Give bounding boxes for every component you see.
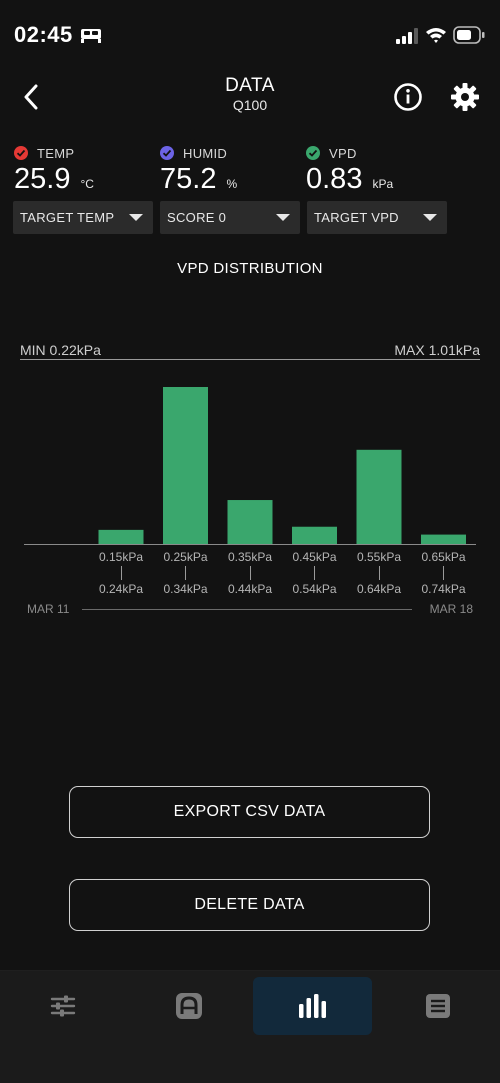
- score-dropdown[interactable]: SCORE 0: [160, 201, 300, 234]
- vpd-value: 0.83: [306, 163, 363, 195]
- humid-unit: %: [226, 177, 238, 191]
- tab-controls[interactable]: [3, 977, 122, 1035]
- page-title: DATA: [225, 75, 275, 96]
- tick-range-end: 0.34kPa: [163, 582, 208, 596]
- vpd-reading: VPD 0.83 kPa: [306, 145, 393, 196]
- x-tick-label: 0.65kPa 0.74kPa: [412, 550, 476, 596]
- battery-icon: [453, 26, 485, 44]
- temp-reading: TEMP 25.9 °C: [14, 145, 94, 196]
- temp-value: 25.9: [14, 163, 71, 195]
- check-icon: [306, 146, 320, 160]
- tick-range-end: 0.24kPa: [98, 582, 144, 596]
- humid-value: 75.2: [160, 163, 217, 195]
- date-end-label: MAR 18: [429, 602, 473, 616]
- temp-unit: °C: [80, 177, 94, 191]
- tick-separator: [120, 566, 122, 580]
- status-time: 02:45: [14, 22, 73, 47]
- tick-separator: [378, 566, 380, 580]
- signal-icon: [396, 28, 418, 44]
- device-subtitle: Q100: [232, 97, 268, 113]
- dropdown-label: SCORE 0: [167, 210, 227, 225]
- settings-button[interactable]: [448, 80, 482, 114]
- status-bar: 02:45: [0, 0, 500, 72]
- tick-separator: [314, 566, 315, 580]
- min-vpd-label: MIN 0.22kPa: [20, 342, 101, 358]
- check-icon: [160, 146, 174, 160]
- humid-label: HUMID: [183, 145, 228, 161]
- info-icon: [394, 83, 422, 111]
- bed-icon: [81, 29, 101, 43]
- bottom-tab-bar: [0, 970, 500, 1083]
- date-range-line: [82, 609, 412, 610]
- tick-range-start: 0.55kPa: [356, 550, 402, 564]
- vpd-unit: kPa: [372, 177, 394, 191]
- x-tick-label: 0.55kPa 0.64kPa: [347, 550, 411, 596]
- list-icon: [425, 994, 450, 1018]
- app-a-icon: [175, 993, 202, 1019]
- tick-range-end: 0.54kPa: [292, 582, 337, 596]
- delete-data-button[interactable]: DELETE DATA: [69, 879, 430, 931]
- tick-range-start: 0.35kPa: [227, 550, 273, 564]
- tick-separator: [249, 566, 251, 580]
- caret-down-icon: [423, 214, 437, 221]
- x-tick-label: 0.25kPa 0.34kPa: [154, 550, 218, 596]
- x-tick-label: 0.35kPa 0.44kPa: [218, 550, 282, 596]
- tab-log[interactable]: [378, 977, 497, 1035]
- tick-range-start: 0.25kPa: [163, 550, 208, 564]
- top-header: DATA Q100: [0, 72, 500, 122]
- caret-down-icon: [276, 214, 290, 221]
- bar-chart-icon: [298, 994, 326, 1018]
- caret-down-icon: [129, 214, 143, 221]
- vpd-label: VPD: [329, 145, 357, 161]
- range-divider: [20, 359, 480, 360]
- tick-range-start: 0.65kPa: [421, 550, 466, 564]
- target-temp-dropdown[interactable]: TARGET TEMP: [13, 201, 153, 234]
- chart-title: VPD DISTRIBUTION: [177, 260, 323, 277]
- tick-range-end: 0.74kPa: [421, 582, 466, 596]
- x-tick-label: 0.15kPa 0.24kPa: [89, 550, 153, 596]
- export-csv-button[interactable]: EXPORT CSV DATA: [69, 786, 430, 838]
- wifi-icon: [426, 28, 446, 43]
- tick-range-start: 0.15kPa: [98, 550, 144, 564]
- gear-icon: [451, 83, 479, 111]
- dropdown-label: TARGET VPD: [314, 210, 399, 225]
- vpd-bar: [163, 387, 208, 544]
- dropdown-label: TARGET TEMP: [20, 210, 115, 225]
- max-vpd-label: MAX 1.01kPa: [394, 342, 480, 358]
- info-button[interactable]: [391, 80, 425, 114]
- sliders-icon: [50, 995, 75, 1017]
- tick-range-end: 0.44kPa: [227, 582, 273, 596]
- temp-label: TEMP: [37, 145, 75, 161]
- tab-data[interactable]: [253, 977, 372, 1035]
- vpd-bar: [356, 449, 402, 544]
- tick-range-end: 0.64kPa: [356, 582, 402, 596]
- data-screen: 02:45 DATA Q100 TEMP 25.9 °C HUMID 75.2 …: [0, 0, 500, 1083]
- vpd-bar: [227, 500, 273, 544]
- vpd-bar: [421, 534, 466, 544]
- target-vpd-dropdown[interactable]: TARGET VPD: [307, 201, 447, 234]
- date-start-label: MAR 11: [27, 602, 70, 616]
- check-icon: [14, 146, 28, 160]
- tab-app[interactable]: [129, 977, 248, 1035]
- x-tick-label: 0.45kPa 0.54kPa: [283, 550, 347, 596]
- tick-separator: [185, 566, 186, 580]
- tick-separator: [443, 566, 444, 580]
- humid-reading: HUMID 75.2 %: [160, 145, 237, 196]
- vpd-bar: [292, 526, 337, 544]
- vpd-bar: [98, 529, 144, 544]
- vpd-distribution-chart: [24, 387, 476, 545]
- tick-range-start: 0.45kPa: [292, 550, 337, 564]
